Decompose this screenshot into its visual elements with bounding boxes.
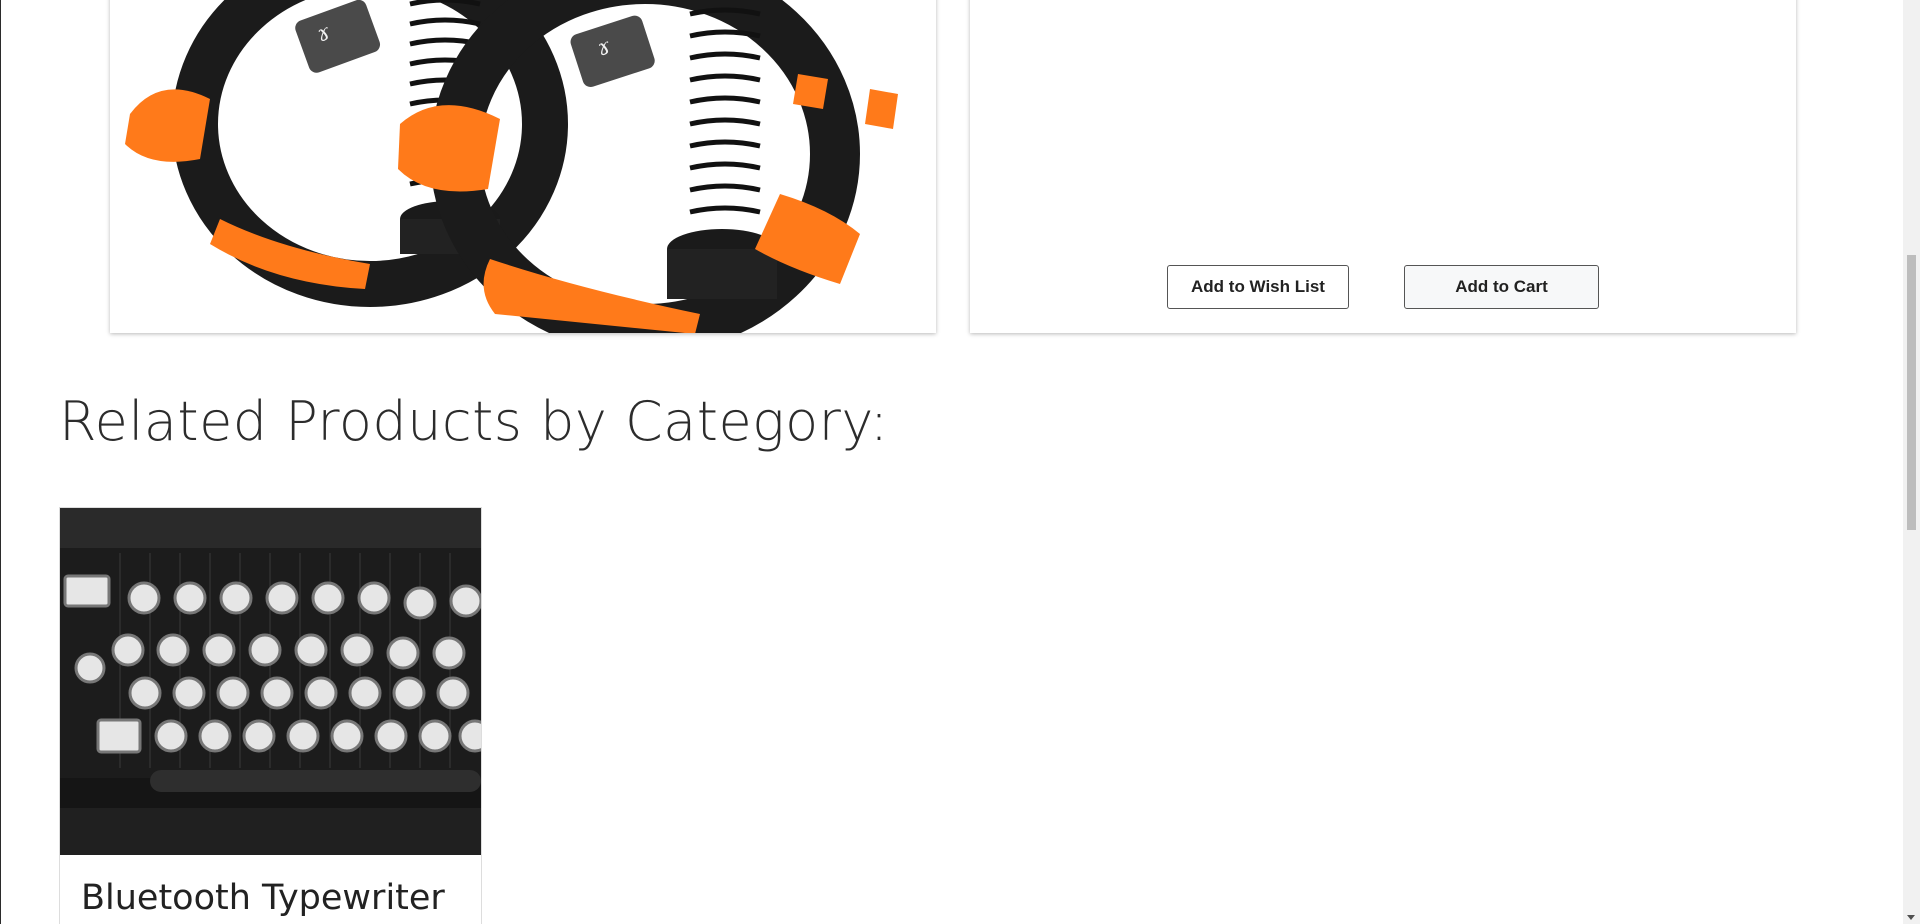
add-to-wishlist-button[interactable]: Add to Wish List	[1167, 265, 1349, 309]
scroll-down-arrow-icon[interactable]	[1907, 915, 1915, 920]
scrollbar-thumb[interactable]	[1907, 255, 1916, 530]
product-image: ɤ ɤ	[110, 0, 936, 333]
product-info-card	[970, 0, 1796, 333]
window-left-edge	[0, 0, 1, 924]
related-product-image[interactable]	[60, 508, 481, 855]
related-product-card[interactable]: Bluetooth Typewriter	[59, 507, 482, 924]
related-products-title: Related Products by Category:	[59, 390, 889, 453]
page-scrollbar[interactable]	[1903, 0, 1920, 924]
add-to-cart-button[interactable]: Add to Cart	[1404, 265, 1599, 309]
related-product-name[interactable]: Bluetooth Typewriter	[81, 878, 445, 918]
product-image-card: ɤ ɤ	[110, 0, 936, 333]
